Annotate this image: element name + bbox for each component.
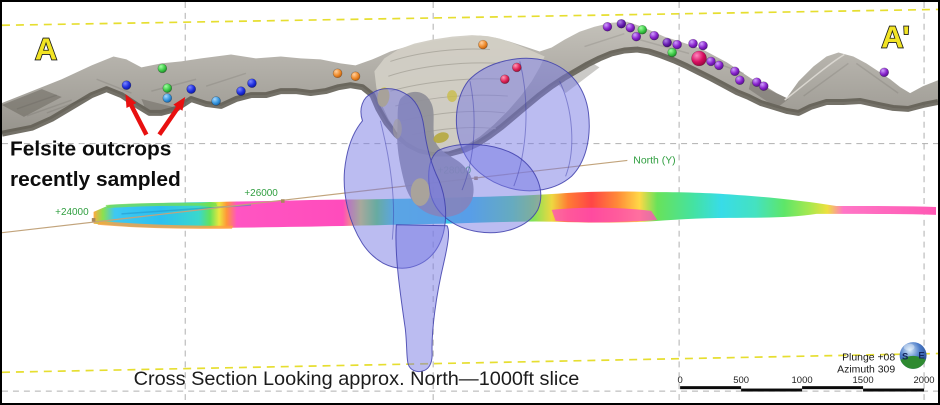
drill-collar [714,61,723,70]
drill-collar [163,94,172,103]
drill-collar [500,75,509,84]
scale-bar-segment [863,389,924,392]
drill-collar [603,22,612,31]
scale-bar-label: 1000 [792,374,813,385]
axis-tick-label: +26000 [244,188,278,199]
scale-bar-label: 0 [677,374,682,385]
drill-collar [692,51,707,66]
figure-caption: Cross Section Looking approx. North—1000… [134,368,580,390]
drill-collar [689,39,698,48]
drill-collar [212,97,221,106]
annotation-felsite-line2: recently sampled [10,168,181,191]
drill-collar [673,40,682,49]
scene-viewport: +24000+26000+28000North (Y) [2,2,938,403]
scale-bar-segment [802,386,863,389]
felsite-stem [396,225,449,372]
scale-bar-label: 500 [733,374,749,385]
drill-collar [880,68,889,77]
scale-bar-label: 2000 [914,374,935,385]
drill-collar [632,32,641,41]
drill-collar [333,69,342,78]
drill-collar [699,41,708,50]
drill-collar [187,85,196,94]
drill-collar [663,38,672,47]
cross-section-figure: +24000+26000+28000North (Y) [0,0,940,405]
drill-collar [730,67,739,76]
scale-bar-segment [741,389,802,392]
globe-letter-east: E [918,349,924,360]
section-plane-line [2,9,938,25]
scale-bar: 0 500 1000 1500 2000 [677,374,934,391]
drill-collar [626,23,635,32]
drill-collar [247,79,256,88]
drill-collar [122,81,131,90]
drill-collar [650,31,659,40]
drill-collar [158,64,167,73]
drill-collar [163,84,172,93]
drill-collar [759,82,768,91]
slice-magenta-fringe [552,208,658,222]
scale-bar-label: 1500 [853,374,874,385]
section-label-a-prime: A' [881,20,909,55]
drill-collar [478,40,487,49]
drill-collar [706,57,715,66]
drill-collar [617,19,626,28]
north-axis-label: North (Y) [633,155,675,166]
drill-collar [668,48,677,57]
drill-collar [735,76,744,85]
orientation-globe[interactable]: S E [900,342,927,369]
section-label-a: A [35,32,57,67]
view-info: Plunge +08 Azimuth 309 [837,352,895,375]
annotation-felsite-line1: Felsite outcrops [10,138,171,161]
axis-tick [92,218,96,222]
axis-tick [281,199,285,203]
drill-collar [512,63,521,72]
axis-tick-label: +24000 [55,207,89,218]
scale-bar-segment [680,386,741,389]
drill-collar [236,87,245,96]
globe-letter-south: S [902,350,908,361]
drill-collar [351,72,360,81]
plunge-label: Plunge +08 [842,352,895,363]
